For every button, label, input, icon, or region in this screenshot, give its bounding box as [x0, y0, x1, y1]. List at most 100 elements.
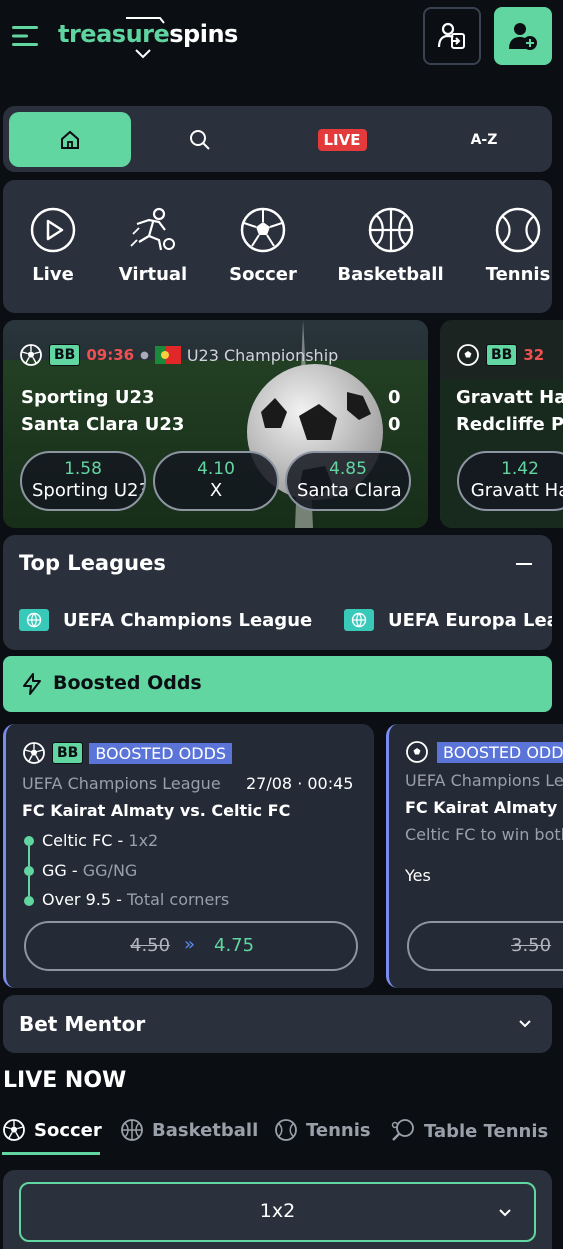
- sport-soccer[interactable]: Soccer: [208, 180, 318, 313]
- live-sport-tabs: Soccer Basketball Tennis Table Tennis: [0, 1112, 563, 1156]
- tab-search[interactable]: [139, 112, 261, 167]
- sport-label: Soccer: [229, 264, 297, 285]
- market-panel: 1x2: [3, 1170, 552, 1249]
- soccer-ball-icon: [457, 344, 479, 366]
- tab-soccer[interactable]: Soccer: [2, 1118, 102, 1142]
- boosted-price-button[interactable]: 4.50 » 4.75: [24, 921, 358, 971]
- odd-button-home[interactable]: 1.58 Sporting U23: [20, 451, 146, 511]
- chevron-down-icon: [499, 1209, 511, 1217]
- home-icon: [61, 130, 79, 149]
- collapse-icon[interactable]: [516, 563, 532, 565]
- tab-basketball[interactable]: Basketball: [120, 1118, 258, 1142]
- top-leagues-title: Top Leagues: [19, 551, 166, 575]
- match-title: FC Kairat Almaty vs. Celtic FC: [405, 798, 563, 817]
- separator-dot: ●: [140, 349, 149, 361]
- tab-label: Table Tennis: [424, 1120, 549, 1142]
- soccer-ball-icon: [20, 344, 42, 366]
- tab-table-tennis[interactable]: Table Tennis: [390, 1118, 548, 1144]
- tennis-ball-icon: [495, 207, 541, 253]
- soccer-ball-icon: [240, 207, 286, 253]
- league-item[interactable]: UEFA Champions League: [19, 609, 312, 631]
- odd-button-away[interactable]: 4.85 Santa Clara U23: [285, 451, 411, 511]
- basketball-icon: [368, 207, 413, 253]
- soccer-ball-icon: [3, 1119, 25, 1141]
- sport-label: Live: [32, 264, 74, 285]
- tab-live[interactable]: LIVE: [281, 112, 403, 167]
- sport-virtual[interactable]: Virtual: [98, 180, 208, 313]
- bet-mentor-panel[interactable]: Bet Mentor: [3, 995, 552, 1053]
- portugal-flag-icon: [154, 346, 181, 364]
- login-button[interactable]: [423, 7, 481, 65]
- competition-name: UEFA Champions League: [22, 774, 221, 793]
- odd-label: X: [209, 480, 223, 501]
- add-user-icon: [509, 23, 537, 50]
- live-badge: LIVE: [317, 128, 367, 151]
- away-team: Redcliffe P: [456, 414, 563, 435]
- odd-value: 1.42: [501, 459, 539, 479]
- match-card[interactable]: BB 32 Gravatt Ha Redcliffe P 1.42 Gravat…: [440, 320, 563, 528]
- away-team: Santa Clara U23: [21, 414, 185, 435]
- tab-a-z[interactable]: A-Z: [423, 112, 545, 167]
- match-card[interactable]: BB 09:36 ● U23 Championship Sporting U23…: [3, 320, 428, 528]
- selection-pick: Celtic FC: [42, 831, 113, 850]
- table-tennis-paddle-icon: [391, 1119, 414, 1141]
- double-chevron-right-icon: »: [184, 934, 196, 955]
- tab-label: Tennis: [306, 1119, 371, 1141]
- old-price: 4.50: [130, 935, 171, 956]
- selection-market: Total corners: [126, 890, 230, 909]
- odd-button-draw[interactable]: 4.10 X: [153, 451, 279, 511]
- boosted-card[interactable]: BOOSTED ODDS UEFA Champions League FC Ka…: [386, 724, 563, 988]
- tab-home[interactable]: [9, 112, 131, 167]
- tab-tennis[interactable]: Tennis: [274, 1118, 371, 1142]
- odd-value: 4.10: [197, 459, 235, 479]
- search-icon: [190, 129, 210, 150]
- sport-tennis[interactable]: Tennis: [463, 180, 552, 313]
- selection-dot: [24, 836, 34, 846]
- league-name: UEFA Europa League: [388, 609, 552, 631]
- home-team: Gravatt Ha: [456, 387, 563, 408]
- market-select-value: 1x2: [259, 1200, 296, 1222]
- sport-label: Basketball: [337, 264, 444, 285]
- chevron-down-icon: [519, 1020, 531, 1028]
- register-button[interactable]: [494, 7, 552, 65]
- logo-text-spins: spins: [169, 20, 238, 48]
- login-icon: [437, 22, 465, 49]
- match-time: 09:36: [86, 346, 135, 364]
- bet-builder-badge: BB: [49, 344, 81, 366]
- competition-name: UEFA Champions League: [405, 771, 563, 790]
- menu-icon[interactable]: [12, 26, 38, 46]
- globe-icon: [19, 609, 49, 631]
- league-name: UEFA Champions League: [63, 609, 313, 631]
- market-select[interactable]: 1x2: [19, 1182, 536, 1242]
- boosted-card[interactable]: BB BOOSTED ODDS UEFA Champions League 27…: [3, 724, 374, 988]
- tab-label: Basketball: [152, 1119, 259, 1141]
- active-tab-indicator: [2, 1152, 100, 1155]
- league-item[interactable]: UEFA Europa League: [344, 609, 552, 631]
- soccer-ball-icon: [406, 741, 428, 763]
- boosted-odds-header[interactable]: Boosted Odds: [3, 656, 552, 712]
- selection-row: Celtic FC - 1x2: [42, 831, 159, 850]
- selection-market: GG/NG: [82, 861, 138, 880]
- odd-button-home[interactable]: 1.42 Gravatt Ha: [457, 451, 563, 511]
- boosted-odds-badge: BOOSTED ODDS: [89, 742, 233, 764]
- selection-answer: Yes: [405, 866, 431, 885]
- soccer-ball-icon: [23, 742, 45, 764]
- selection-pick: GG: [42, 861, 67, 880]
- sport-basketball[interactable]: Basketball: [318, 180, 463, 313]
- bet-builder-badge: BB: [486, 344, 518, 366]
- boosted-odds-title: Boosted Odds: [53, 672, 202, 694]
- bet-builder-badge: BB: [52, 742, 84, 764]
- match-title: FC Kairat Almaty vs. Celtic FC: [22, 801, 291, 820]
- odd-label: Gravatt Ha: [470, 480, 563, 501]
- selection-row: Over 9.5 - Total corners: [42, 890, 230, 909]
- match-datetime: 27/08 · 00:45: [246, 774, 354, 793]
- logo[interactable]: treasurespins: [58, 16, 248, 60]
- globe-icon: [344, 609, 374, 631]
- match-header: BB 32: [456, 342, 544, 368]
- selection-connector: [28, 846, 30, 866]
- new-price: 4.75: [214, 935, 255, 956]
- diamond-icon: [126, 17, 165, 59]
- live-now-title: LIVE NOW: [3, 1068, 127, 1093]
- sport-live[interactable]: Live: [3, 180, 108, 313]
- boosted-price-button[interactable]: 3.50: [407, 921, 563, 971]
